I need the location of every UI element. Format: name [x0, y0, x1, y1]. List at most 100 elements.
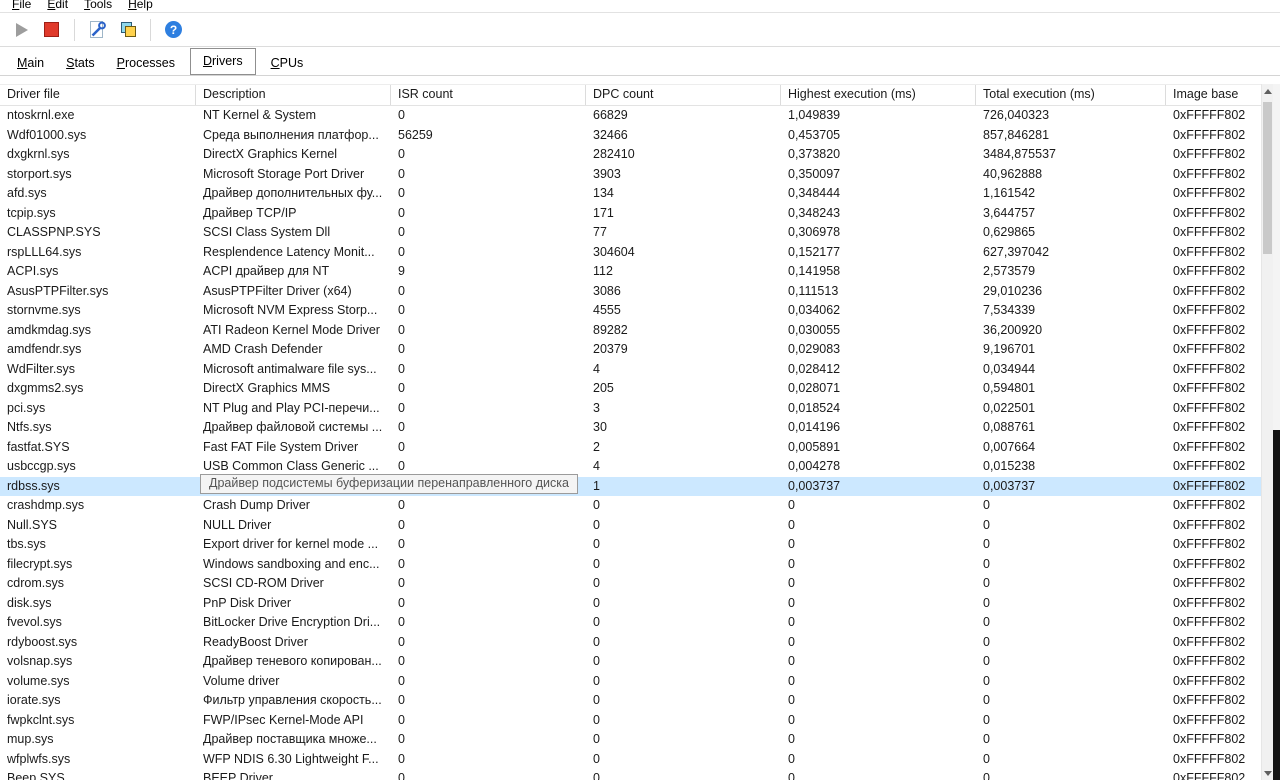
menu-item-help[interactable]: Help	[128, 0, 153, 12]
table-row[interactable]: WdFilter.sys Microsoft antimalware file …	[0, 360, 1262, 380]
column-header-total-execution[interactable]: Total execution (ms)	[976, 85, 1166, 105]
cell-highest-execution: 0,306978	[788, 225, 841, 239]
cell-total-execution: 627,397042	[983, 244, 1050, 259]
table-row[interactable]: Wdf01000.sys Среда выполнения платфор...…	[0, 126, 1262, 146]
table-row[interactable]: rdyboost.sys ReadyBoost Driver 0 0 0 0 0…	[0, 633, 1262, 653]
scroll-up-icon[interactable]	[1262, 84, 1273, 98]
scrollbar-thumb[interactable]	[1263, 102, 1272, 254]
table-row[interactable]: ntoskrnl.exe NT Kernel & System 0 66829 …	[0, 106, 1262, 126]
cell-driver-file: stornvme.sys	[7, 303, 81, 317]
cell-driver-file: mup.sys	[7, 732, 54, 746]
cell-driver-file: filecrypt.sys	[7, 556, 73, 571]
column-header-highest-execution[interactable]: Highest execution (ms)	[781, 85, 976, 105]
menu-item-edit[interactable]: Edit	[47, 0, 68, 12]
cell-driver-file: fvevol.sys	[7, 615, 62, 629]
cell-total-execution: 0	[983, 654, 990, 668]
tab-drivers[interactable]: Drivers	[189, 48, 256, 75]
cell-total-execution: 29,010236	[983, 283, 1043, 298]
cell-highest-execution: 0	[788, 654, 795, 668]
cell-dpc-count: 3903	[593, 166, 621, 181]
table-row[interactable]: dxgmms2.sys DirectX Graphics MMS 0 205 0…	[0, 379, 1262, 399]
table-row[interactable]: tbs.sys Export driver for kernel mode ..…	[0, 535, 1262, 555]
cell-dpc-count: 0	[593, 732, 600, 746]
cell-description: Export driver for kernel mode ...	[203, 537, 379, 551]
scroll-down-icon[interactable]	[1262, 766, 1273, 780]
table-row[interactable]: amdkmdag.sys ATI Radeon Kernel Mode Driv…	[0, 321, 1262, 341]
table-row[interactable]: Beep.SYS BEEP Driver 0 0 0 0 0xFFFFF802	[0, 769, 1262, 780]
cell-total-execution: 0,594801	[983, 381, 1036, 395]
tooltip: Драйвер подсистемы буферизации перенапра…	[200, 474, 578, 494]
cell-driver-file: storport.sys	[7, 166, 72, 181]
cell-highest-execution: 0	[788, 537, 795, 551]
help-button[interactable]: ?	[160, 17, 187, 43]
toolbar-separator	[74, 18, 75, 41]
tab-cpus[interactable]: CPUs	[260, 52, 315, 75]
table-row[interactable]: mup.sys Драйвер поставщика множе... 0 0 …	[0, 730, 1262, 750]
stop-monitor-button[interactable]	[38, 17, 65, 43]
window-edge-light	[1273, 84, 1280, 430]
tab-stats[interactable]: Stats	[55, 52, 106, 75]
cell-image-base: 0xFFFFF802	[1173, 244, 1246, 259]
table-row[interactable]: afd.sys Драйвер дополнительных фу... 0 1…	[0, 184, 1262, 204]
table-row[interactable]: cdrom.sys SCSI CD-ROM Driver 0 0 0 0 0xF…	[0, 574, 1262, 594]
column-header-description[interactable]: Description	[196, 85, 391, 105]
start-monitor-button[interactable]	[8, 17, 35, 43]
cell-description: AsusPTPFilter Driver (x64)	[203, 283, 352, 298]
table-row[interactable]: tcpip.sys Драйвер TCP/IP 0 171 0,348243 …	[0, 204, 1262, 224]
table-row[interactable]: amdfendr.sys AMD Crash Defender 0 20379 …	[0, 340, 1262, 360]
cell-isr-count: 0	[398, 576, 405, 590]
table-row[interactable]: Null.SYS NULL Driver 0 0 0 0 0xFFFFF802	[0, 516, 1262, 536]
table-row[interactable]: crashdmp.sys Crash Dump Driver 0 0 0 0 0…	[0, 496, 1262, 516]
table-row[interactable]: fwpkclnt.sys FWP/IPsec Kernel-Mode API 0…	[0, 711, 1262, 731]
column-header-image-base[interactable]: Image base	[1166, 85, 1262, 105]
menu-item-tools[interactable]: Tools	[84, 0, 112, 12]
table-row[interactable]: volume.sys Volume driver 0 0 0 0 0xFFFFF…	[0, 672, 1262, 692]
cell-highest-execution: 0,014196	[788, 420, 841, 434]
cell-isr-count: 0	[398, 771, 405, 780]
column-header-driver-file[interactable]: Driver file	[0, 85, 196, 105]
table-row[interactable]: fastfat.SYS Fast FAT File System Driver …	[0, 438, 1262, 458]
cell-driver-file: cdrom.sys	[7, 576, 64, 590]
cell-description: Windows sandboxing and enc...	[203, 556, 380, 571]
tab-main[interactable]: Main	[6, 52, 55, 75]
table-row[interactable]: CLASSPNP.SYS SCSI Class System Dll 0 77 …	[0, 223, 1262, 243]
cell-highest-execution: 0,034062	[788, 303, 841, 317]
column-header-isr-count[interactable]: ISR count	[391, 85, 586, 105]
table-row[interactable]: stornvme.sys Microsoft NVM Express Storp…	[0, 301, 1262, 321]
column-header-dpc-count[interactable]: DPC count	[586, 85, 781, 105]
table-row[interactable]: filecrypt.sys Windows sandboxing and enc…	[0, 555, 1262, 575]
cell-dpc-count: 205	[593, 381, 614, 395]
table-row[interactable]: disk.sys PnP Disk Driver 0 0 0 0 0xFFFFF…	[0, 594, 1262, 614]
cell-description: AMD Crash Defender	[203, 342, 323, 356]
table-row[interactable]: rdbss.sys 1 0,003737 0,003737 0xFFFFF802	[0, 476, 1262, 496]
cell-driver-file: tbs.sys	[7, 537, 46, 551]
driver-table-body: ntoskrnl.exe NT Kernel & System 0 66829 …	[0, 106, 1262, 780]
cell-description: SCSI CD-ROM Driver	[203, 576, 324, 590]
table-row[interactable]: rspLLL64.sys Resplendence Latency Monit.…	[0, 243, 1262, 263]
drivers-table: Driver file Description ISR count DPC co…	[0, 84, 1262, 780]
table-row[interactable]: dxgkrnl.sys DirectX Graphics Kernel 0 28…	[0, 145, 1262, 165]
cell-image-base: 0xFFFFF802	[1173, 654, 1246, 668]
table-row[interactable]: storport.sys Microsoft Storage Port Driv…	[0, 165, 1262, 185]
table-row[interactable]: fvevol.sys BitLocker Drive Encryption Dr…	[0, 613, 1262, 633]
cell-driver-file: rdyboost.sys	[7, 634, 78, 649]
vertical-scrollbar[interactable]	[1261, 84, 1273, 780]
cell-isr-count: 0	[398, 556, 405, 571]
table-row[interactable]: wfplwfs.sys WFP NDIS 6.30 Lightweight F.…	[0, 750, 1262, 770]
table-row[interactable]: Ntfs.sys Драйвер файловой системы ... 0 …	[0, 418, 1262, 438]
cell-isr-count: 9	[398, 264, 405, 278]
cell-highest-execution: 0	[788, 673, 795, 688]
cell-dpc-count: 4	[593, 459, 600, 473]
table-row[interactable]: ACPI.sys ACPI драйвер для NT 9 112 0,141…	[0, 262, 1262, 282]
options-button[interactable]	[84, 17, 111, 43]
tab-processes[interactable]: Processes	[106, 52, 186, 75]
copy-report-button[interactable]	[114, 17, 141, 43]
table-row[interactable]: volsnap.sys Драйвер теневого копирован..…	[0, 652, 1262, 672]
table-row[interactable]: AsusPTPFilter.sys AsusPTPFilter Driver (…	[0, 282, 1262, 302]
menu-item-file[interactable]: File	[12, 0, 31, 12]
table-row[interactable]: usbccgp.sys USB Common Class Generic ...…	[0, 457, 1262, 477]
table-row[interactable]: iorate.sys Фильтр управления скорость...…	[0, 691, 1262, 711]
table-row[interactable]: pci.sys NT Plug and Play PCI-перечи... 0…	[0, 399, 1262, 419]
toolbar-separator	[150, 18, 151, 41]
cell-total-execution: 0,088761	[983, 420, 1036, 434]
